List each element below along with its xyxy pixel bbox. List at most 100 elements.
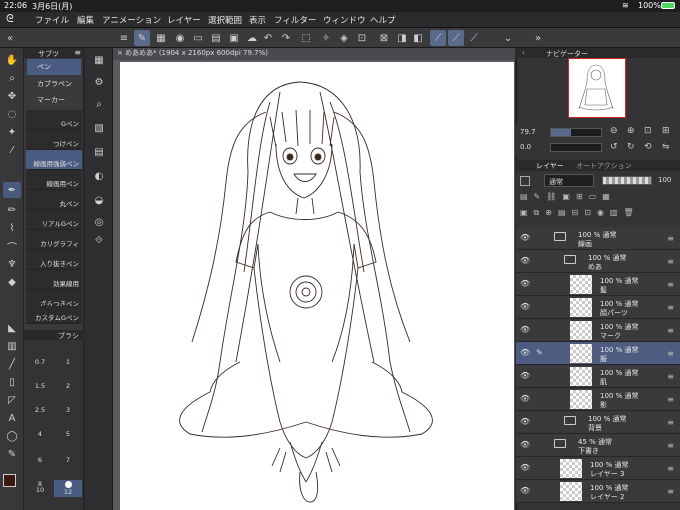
flip-icon[interactable]: ⇋ xyxy=(662,142,670,152)
brush-size-option[interactable]: 0.7 xyxy=(26,358,54,375)
auto-select-icon[interactable]: ✦ xyxy=(3,124,21,140)
menu-view[interactable]: 表示 xyxy=(249,14,266,26)
eye-icon[interactable]: 👁 xyxy=(520,463,530,472)
rotation-slider[interactable] xyxy=(550,143,602,152)
history-icon[interactable]: ⟐ xyxy=(91,232,107,248)
brush-item[interactable]: 入り抜きペン xyxy=(26,250,82,270)
layer-row[interactable]: 👁 100 % 通常 レイヤー 3 ≡ xyxy=(516,457,680,480)
fit-icon[interactable]: ⊡ xyxy=(644,126,652,136)
material-icon[interactable]: ▧ xyxy=(91,120,107,136)
fill-icon[interactable]: ◣ xyxy=(3,320,21,336)
opacity-slider[interactable] xyxy=(602,176,652,185)
layer-action-toolbar[interactable]: ▣⧉⊕▤⊟⊡◉▥🗑 xyxy=(520,208,676,222)
layer-row[interactable]: 👁 100 % 通常 影 ≡ xyxy=(516,388,680,411)
layer-row[interactable]: 👁 100 % 通常 顔パーツ ≡ xyxy=(516,296,680,319)
main-color-swatch[interactable] xyxy=(3,474,16,487)
chevron-left-icon[interactable]: ‹ xyxy=(522,49,525,57)
decoration-icon[interactable]: ♆ xyxy=(3,256,21,272)
brush-item[interactable]: リアルGペン xyxy=(26,210,82,230)
pen-icon[interactable]: ✒ xyxy=(3,182,21,198)
layer-row[interactable]: 👁 100 % 通常 線画 ≡ xyxy=(516,227,680,250)
snap-special-ruler-icon[interactable]: ⟋ xyxy=(448,30,464,46)
frame-icon[interactable]: ▯ xyxy=(3,374,21,390)
new-file-icon[interactable]: ▭ xyxy=(190,30,206,46)
eye-icon[interactable]: 👁 xyxy=(520,417,530,426)
brush-size-option[interactable]: 5 xyxy=(54,430,82,447)
chevron-down-icon[interactable]: ⌄ xyxy=(500,30,516,46)
gradient-icon[interactable]: ▥ xyxy=(3,338,21,354)
eye-icon[interactable]: 👁 xyxy=(520,279,530,288)
rotate-left-icon[interactable]: ↺ xyxy=(610,142,618,152)
subtool-group-kabura[interactable]: カブラペン xyxy=(27,76,81,92)
eye-icon[interactable]: 👁 xyxy=(520,486,530,495)
settings-icon[interactable]: ⚙ xyxy=(91,74,107,90)
invert-selection-icon[interactable]: ◨ xyxy=(394,30,410,46)
navigator-preview[interactable] xyxy=(568,58,626,118)
edit-mode-icon[interactable]: ✎ xyxy=(134,30,150,46)
expand-selection-icon[interactable]: ◧ xyxy=(410,30,426,46)
eye-icon[interactable]: 👁 xyxy=(520,440,530,449)
lasso-icon[interactable]: ◌ xyxy=(3,106,21,122)
menu-filter[interactable]: フィルター xyxy=(274,14,316,26)
eye-icon[interactable]: 👁 xyxy=(520,325,530,334)
brush-item[interactable]: Gペン xyxy=(26,110,82,130)
drag-handle-icon[interactable]: ≡ xyxy=(667,441,674,450)
transform-icon[interactable]: ⬚ xyxy=(298,30,314,46)
close-icon[interactable]: × xyxy=(117,49,125,57)
brush-size-option[interactable]: 7 xyxy=(54,456,82,473)
brush-item[interactable]: 丸ペン xyxy=(26,190,82,210)
menu-animation[interactable]: アニメーション xyxy=(102,14,161,26)
drag-handle-icon[interactable]: ≡ xyxy=(667,372,674,381)
text-icon[interactable]: A xyxy=(3,410,21,426)
open-folder-icon[interactable]: ▤ xyxy=(208,30,224,46)
brush-size-option[interactable]: 10 xyxy=(26,486,54,503)
rotate-right-icon[interactable]: ↻ xyxy=(627,142,635,152)
fill-selection-icon[interactable]: ◈ xyxy=(336,30,352,46)
app-logo-icon[interactable]: ᘓ xyxy=(6,12,14,26)
brush-item[interactable]: 効果線用 xyxy=(26,270,82,290)
save-icon[interactable]: ▣ xyxy=(226,30,242,46)
rotation-value[interactable]: 0.0 xyxy=(520,143,531,151)
brush-size-option[interactable]: 2 xyxy=(54,382,82,399)
brush-size-option[interactable]: 4 xyxy=(26,430,54,447)
layer-row[interactable]: 👁 100 % 通常 髪 ≡ xyxy=(516,273,680,296)
layer-row[interactable]: 👁 45 % 通常 下書き ≡ xyxy=(516,434,680,457)
hamburger-menu-icon[interactable]: ≡ xyxy=(116,30,132,46)
brush-item[interactable]: 線画用強弱ペン xyxy=(26,150,82,170)
undo-icon[interactable]: ↶ xyxy=(260,30,276,46)
brush-size-option[interactable]: 3 xyxy=(54,406,82,423)
layer-row[interactable]: 👁 100 % 通常 マーク ≡ xyxy=(516,319,680,342)
drag-handle-icon[interactable]: ≡ xyxy=(667,280,674,289)
menu-window[interactable]: ウィンドウ xyxy=(323,14,366,26)
drag-handle-icon[interactable]: ≡ xyxy=(667,257,674,266)
drag-handle-icon[interactable]: ≡ xyxy=(667,349,674,358)
layer-row-selected[interactable]: 👁 ✎ 100 % 通常 服 ≡ xyxy=(516,342,680,365)
layer-row[interactable]: 👁 100 % 通常 背景 ≡ xyxy=(516,411,680,434)
brush-item[interactable]: カリグラフィ xyxy=(26,230,82,250)
document-tab[interactable]: × めあめあ* (1904 x 2160px 600dpi 79.7%) xyxy=(113,48,515,60)
menu-file[interactable]: ファイル xyxy=(35,14,69,26)
redo-icon[interactable]: ↷ xyxy=(278,30,294,46)
drag-handle-icon[interactable]: ≡ xyxy=(667,487,674,496)
drag-handle-icon[interactable]: ≡ xyxy=(667,234,674,243)
menu-edit[interactable]: 編集 xyxy=(77,14,94,26)
subtool-group-pen[interactable]: ペン xyxy=(27,59,81,75)
layer-row[interactable]: 👁 100 % 通常 肌 ≡ xyxy=(516,365,680,388)
layer-color-icon[interactable] xyxy=(520,176,530,186)
layer-property-icon[interactable]: ▦ xyxy=(91,52,107,68)
color-wheel-icon[interactable]: ◐ xyxy=(91,168,107,184)
brush-size-option-selected[interactable]: 12 xyxy=(54,480,82,497)
eraser-icon[interactable]: ◆ xyxy=(3,274,21,290)
tool-property-icon[interactable]: ▤ xyxy=(91,144,107,160)
search-icon[interactable]: ⌕ xyxy=(91,96,107,112)
subtool-group-marker[interactable]: マーカー xyxy=(27,92,81,108)
record-icon[interactable]: ◉ xyxy=(172,30,188,46)
eye-icon[interactable]: 👁 xyxy=(520,371,530,380)
tab-auto-action[interactable]: オートアクション xyxy=(576,161,632,171)
navigator-tab[interactable]: ‹ ナビゲーター xyxy=(516,48,680,58)
drag-handle-icon[interactable]: ≡ xyxy=(667,395,674,404)
color-mix-icon[interactable]: ◒ xyxy=(91,192,107,208)
zoom-slider[interactable] xyxy=(550,128,602,137)
brush-size-option[interactable]: 1.5 xyxy=(26,382,54,399)
menu-layer[interactable]: レイヤー xyxy=(167,14,201,26)
